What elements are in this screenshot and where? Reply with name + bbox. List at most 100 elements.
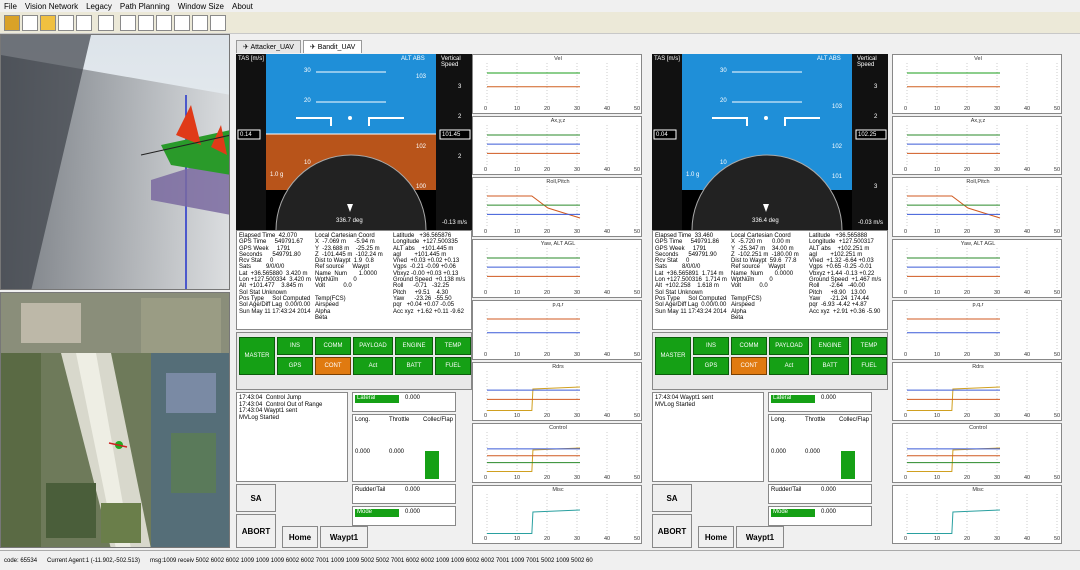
- x-tick-label: 0: [484, 290, 488, 296]
- cont-status[interactable]: CONT: [315, 357, 351, 375]
- temp-status[interactable]: TEMP: [435, 337, 471, 355]
- map-icon[interactable]: [156, 15, 172, 31]
- x-tick-label: 0: [904, 105, 908, 112]
- monitor-icon[interactable]: [98, 15, 114, 31]
- strip-chart: Rdrs 0 10 20 30 40 50: [472, 361, 642, 421]
- mode-value: 0.000: [405, 509, 421, 515]
- tab-attacker-uav[interactable]: ✈ Attacker_UAV: [236, 40, 301, 53]
- event-log-right: 17:43:04 Waypt1 sent MVLog Started: [652, 392, 764, 482]
- act-status[interactable]: Act: [353, 357, 393, 375]
- home-button[interactable]: Home: [698, 526, 734, 548]
- chart-icon[interactable]: [4, 15, 20, 31]
- x-tick-label: 30: [574, 351, 581, 358]
- status-bar: code: 65534 Current Agent:1 (-11.902,-50…: [0, 550, 1080, 570]
- x-tick-label: 10: [514, 413, 521, 419]
- comm-status[interactable]: COMM: [731, 337, 767, 355]
- chart-title: p,q,r: [552, 302, 564, 308]
- abort-button[interactable]: ABORT: [236, 514, 276, 548]
- fuel-status[interactable]: FUEL: [435, 357, 471, 375]
- camera-icon[interactable]: [22, 15, 38, 31]
- x-tick-label: 20: [964, 351, 971, 358]
- menu-legacy[interactable]: Legacy: [86, 2, 112, 11]
- mode-box: Mode 0.000: [352, 506, 456, 526]
- payload-status[interactable]: PAYLOAD: [769, 337, 809, 355]
- gps-status[interactable]: GPS: [277, 357, 313, 375]
- 3d-scene-svg: [1, 35, 229, 289]
- ins-status[interactable]: INS: [277, 337, 313, 355]
- alt-tick: 103: [416, 74, 427, 80]
- x-tick-label: 30: [994, 105, 1001, 112]
- master-status[interactable]: MASTER: [655, 337, 691, 375]
- sa-button[interactable]: SA: [236, 484, 276, 512]
- menu-vision-network[interactable]: Vision Network: [25, 2, 78, 11]
- chart-title: p,q,r: [972, 302, 984, 308]
- 3d-view[interactable]: [0, 34, 230, 290]
- uav-icon[interactable]: [174, 15, 190, 31]
- comm-status[interactable]: COMM: [315, 337, 351, 355]
- gps-info: Elapsed Time 42.070 GPS Time 549791.67 G…: [239, 233, 311, 315]
- cont-status[interactable]: CONT: [731, 357, 767, 375]
- folder-icon[interactable]: [40, 15, 56, 31]
- satellite-map[interactable]: [0, 292, 230, 548]
- waypt1-button[interactable]: Waypt1: [320, 526, 368, 548]
- sa-button[interactable]: SA: [652, 484, 692, 512]
- x-tick-label: 50: [634, 351, 641, 358]
- x-tick-label: 40: [604, 105, 611, 112]
- x-tick-label: 30: [574, 290, 581, 296]
- mode-label: Mode: [357, 509, 373, 515]
- x-tick-label: 40: [1024, 474, 1031, 481]
- ins-status[interactable]: INS: [693, 337, 729, 355]
- x-tick-label: 40: [1024, 351, 1031, 358]
- x-tick-label: 20: [964, 167, 971, 173]
- mode-box: Mode 0.000: [768, 506, 872, 526]
- x-tick-label: 0: [904, 290, 908, 296]
- chart-title: Rdrs: [552, 363, 564, 370]
- alt-tick: 101: [832, 174, 843, 180]
- gps-status[interactable]: GPS: [693, 357, 729, 375]
- trace-line: [907, 447, 1001, 472]
- engine-status[interactable]: ENGINE: [811, 337, 849, 355]
- master-status[interactable]: MASTER: [239, 337, 275, 375]
- arrow-icon[interactable]: [192, 15, 208, 31]
- batt-status[interactable]: BATT: [395, 357, 433, 375]
- long-label: Long.: [771, 417, 787, 423]
- pitch-tick: 20: [304, 98, 311, 104]
- trace-line: [907, 509, 1001, 534]
- x-tick-label: 10: [934, 413, 941, 419]
- fuel-status[interactable]: FUEL: [851, 357, 887, 375]
- help-icon[interactable]: [210, 15, 226, 31]
- window-icon[interactable]: [58, 15, 74, 31]
- abort-button[interactable]: ABORT: [652, 514, 692, 548]
- zoom-icon[interactable]: [120, 15, 136, 31]
- x-tick-label: 20: [964, 290, 971, 296]
- strip-chart: Ax,y,z 0 10 20 30 40 50: [892, 115, 1062, 175]
- home-button[interactable]: Home: [282, 526, 318, 548]
- waypt1-button[interactable]: Waypt1: [736, 526, 784, 548]
- vs-readout: -0.03 m/s: [858, 220, 884, 226]
- chart-title: Rdrs: [972, 363, 984, 370]
- x-tick-label: 30: [994, 474, 1001, 481]
- menu-file[interactable]: File: [4, 2, 17, 11]
- vs-tick: 2: [874, 114, 878, 120]
- menu-path-planning[interactable]: Path Planning: [120, 2, 170, 11]
- menu-window-size[interactable]: Window Size: [178, 2, 224, 11]
- strip-chart-svg: [906, 63, 1058, 105]
- tab-bandit-uav[interactable]: ✈ Bandit_UAV: [302, 40, 363, 53]
- menu-about[interactable]: About: [232, 2, 253, 11]
- act-status[interactable]: Act: [769, 357, 809, 375]
- x-tick-label: 50: [1054, 290, 1061, 296]
- path-icon[interactable]: [138, 15, 154, 31]
- chart-title: Ax,y,z: [550, 117, 566, 124]
- temp-status[interactable]: TEMP: [851, 337, 887, 355]
- gload-readout: 1.0 g: [686, 172, 700, 178]
- x-tick-label: 0: [904, 536, 908, 542]
- x-tick-label: 50: [1054, 167, 1061, 173]
- engine-status[interactable]: ENGINE: [395, 337, 433, 355]
- x-tick-label: 30: [994, 290, 1001, 296]
- telemetry-info-right: Elapsed Time 33.460 GPS Time 549791.86 G…: [652, 230, 888, 330]
- batt-status[interactable]: BATT: [811, 357, 849, 375]
- pitch-tick: 30: [304, 68, 311, 74]
- payload-status[interactable]: PAYLOAD: [353, 337, 393, 355]
- chart-title: Ax,y,z: [970, 117, 986, 124]
- aircraft-icon[interactable]: [76, 15, 92, 31]
